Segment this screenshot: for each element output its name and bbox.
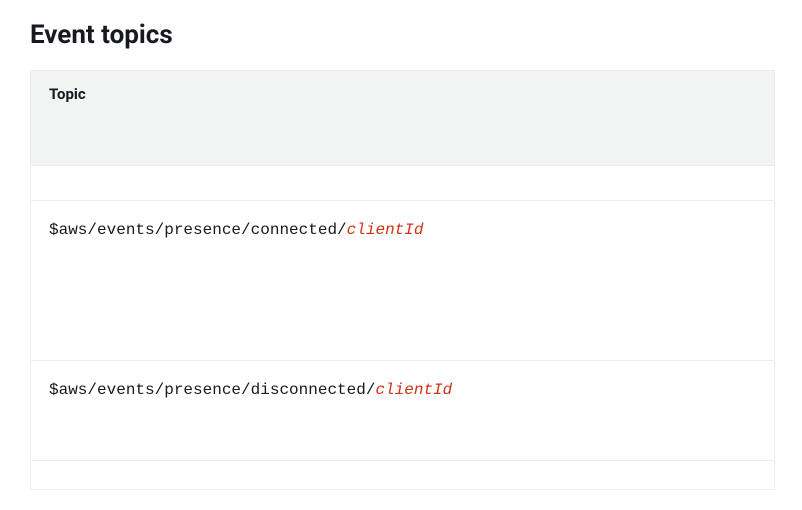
table-header: Topic	[31, 71, 775, 166]
topic-prefix: $aws/events/presence/disconnected/	[49, 381, 375, 399]
topic-prefix: $aws/events/presence/connected/	[49, 221, 347, 239]
table-spacer-row	[31, 166, 775, 201]
table-scroll-content: Topic $aws/events/presence/connected/cli…	[31, 71, 775, 461]
table-row: $aws/events/presence/connected/clientId	[31, 201, 775, 361]
page-title: Event topics	[30, 20, 772, 50]
table-header-label: Topic	[49, 85, 775, 103]
table-row: $aws/events/presence/disconnected/client…	[31, 361, 775, 461]
topic-variable: clientId	[375, 381, 452, 399]
topic-variable: clientId	[347, 221, 424, 239]
table-scroll-container[interactable]: Topic $aws/events/presence/connected/cli…	[30, 70, 775, 490]
